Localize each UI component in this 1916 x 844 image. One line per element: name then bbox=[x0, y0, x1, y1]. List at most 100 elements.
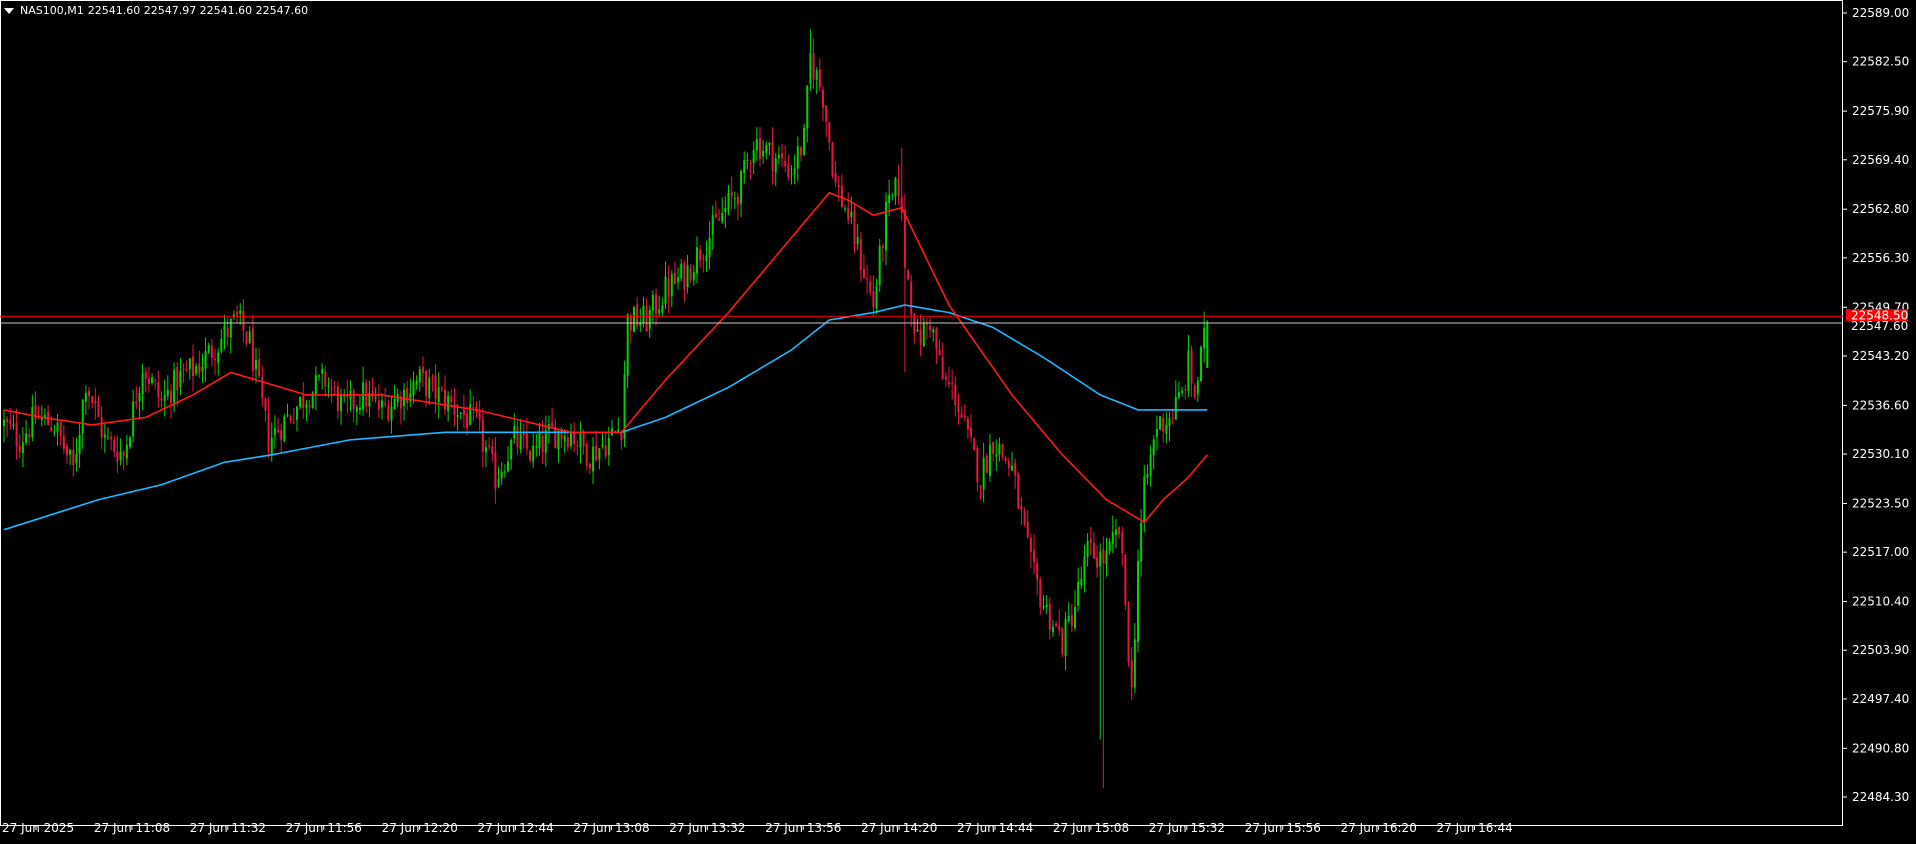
candle-body bbox=[1080, 578, 1083, 586]
candle-body bbox=[97, 401, 100, 417]
candle bbox=[440, 385, 443, 392]
candle bbox=[859, 232, 862, 283]
y-tick-label: 22582.50 bbox=[1852, 55, 1909, 69]
candle-body bbox=[135, 401, 138, 404]
candle-body bbox=[91, 396, 94, 403]
candle bbox=[585, 442, 588, 471]
y-tick-label: 22484.30 bbox=[1852, 790, 1909, 804]
candle bbox=[929, 317, 932, 338]
candle-body bbox=[535, 446, 538, 448]
candle-body bbox=[938, 350, 941, 356]
candle-body bbox=[554, 426, 557, 448]
candle bbox=[421, 356, 424, 387]
candle bbox=[214, 348, 217, 375]
candle bbox=[856, 224, 859, 251]
candle bbox=[992, 441, 995, 462]
candle-body bbox=[362, 382, 365, 410]
candle bbox=[774, 152, 777, 187]
price-chart[interactable]: 22589.00 22582.50 22575.90 22569.40 22562.80… bbox=[0, 0, 1916, 840]
candle-body bbox=[185, 369, 188, 371]
candle-body bbox=[147, 378, 150, 385]
candle bbox=[431, 374, 434, 392]
candle-body bbox=[957, 403, 960, 413]
candle bbox=[765, 141, 768, 160]
candle bbox=[988, 434, 991, 482]
candle-body bbox=[226, 327, 229, 337]
candle-body bbox=[1064, 618, 1067, 656]
candle-body bbox=[18, 446, 21, 453]
candle bbox=[1033, 534, 1036, 575]
candle bbox=[1067, 602, 1070, 623]
candle bbox=[66, 442, 68, 464]
candle-body bbox=[1114, 529, 1117, 535]
candle-body bbox=[985, 455, 988, 473]
x-tick-label: 27 Jun 15:32 bbox=[1149, 821, 1225, 835]
candle-body bbox=[976, 448, 979, 483]
candle bbox=[1155, 415, 1158, 451]
candle bbox=[683, 260, 686, 303]
candle-body bbox=[979, 485, 982, 488]
x-tick-label: 27 Jun 16:44 bbox=[1437, 821, 1513, 835]
chart-menu-triangle-icon[interactable] bbox=[4, 7, 14, 14]
candle-body bbox=[62, 436, 65, 449]
candle-body bbox=[110, 436, 113, 440]
candle bbox=[570, 423, 572, 450]
candle bbox=[1146, 464, 1149, 485]
price-label-text: 22547.60 bbox=[1851, 319, 1908, 333]
candle bbox=[295, 405, 298, 432]
candle-body bbox=[1124, 554, 1127, 606]
candle bbox=[1080, 566, 1083, 589]
candle-body bbox=[169, 390, 172, 404]
candle bbox=[245, 330, 248, 347]
y-tick-label: 22490.80 bbox=[1852, 741, 1909, 755]
candle bbox=[573, 421, 576, 452]
candle-body bbox=[724, 208, 727, 213]
candle-body bbox=[1196, 380, 1199, 395]
candle-body bbox=[809, 53, 812, 84]
candle-body bbox=[1193, 385, 1196, 397]
candle bbox=[59, 421, 62, 446]
candle bbox=[1020, 497, 1023, 525]
candle bbox=[525, 417, 528, 455]
candle-body bbox=[1177, 392, 1180, 398]
candle-body bbox=[1137, 560, 1139, 642]
candle-body bbox=[948, 382, 950, 384]
candle bbox=[658, 295, 661, 317]
candle-body bbox=[21, 442, 24, 453]
candle bbox=[500, 461, 503, 486]
candle bbox=[925, 317, 928, 340]
candle-body bbox=[642, 305, 645, 324]
candle-body bbox=[84, 392, 87, 402]
chart-area[interactable]: NAS100,M1 22541.60 22547.97 22541.60 225… bbox=[0, 0, 1916, 840]
candle bbox=[1004, 455, 1007, 465]
candle bbox=[576, 440, 579, 456]
candle-body bbox=[116, 451, 119, 462]
candle bbox=[513, 413, 516, 444]
y-tick-label: 22569.40 bbox=[1852, 153, 1909, 167]
candle-body bbox=[198, 363, 201, 374]
candle-body bbox=[66, 446, 68, 456]
candle-body bbox=[730, 192, 733, 197]
candle-body bbox=[53, 431, 56, 433]
candle bbox=[232, 310, 235, 321]
candle bbox=[617, 417, 620, 433]
candle-body bbox=[746, 160, 749, 162]
candle bbox=[466, 406, 469, 436]
candle-body bbox=[15, 422, 18, 446]
candle bbox=[787, 154, 790, 181]
candle bbox=[875, 278, 878, 315]
candle bbox=[434, 364, 437, 414]
candle bbox=[721, 197, 724, 224]
candle bbox=[78, 423, 81, 468]
candle-body bbox=[144, 372, 147, 379]
candle-body bbox=[106, 436, 109, 438]
candle bbox=[822, 85, 824, 122]
candle bbox=[204, 337, 207, 383]
candle-body bbox=[264, 398, 267, 411]
candle bbox=[708, 221, 711, 270]
candle bbox=[796, 136, 799, 182]
candle bbox=[1061, 626, 1064, 658]
candle bbox=[1077, 567, 1080, 612]
candle-body bbox=[566, 437, 569, 448]
x-tick-label: 27 Jun 11:32 bbox=[190, 821, 266, 835]
